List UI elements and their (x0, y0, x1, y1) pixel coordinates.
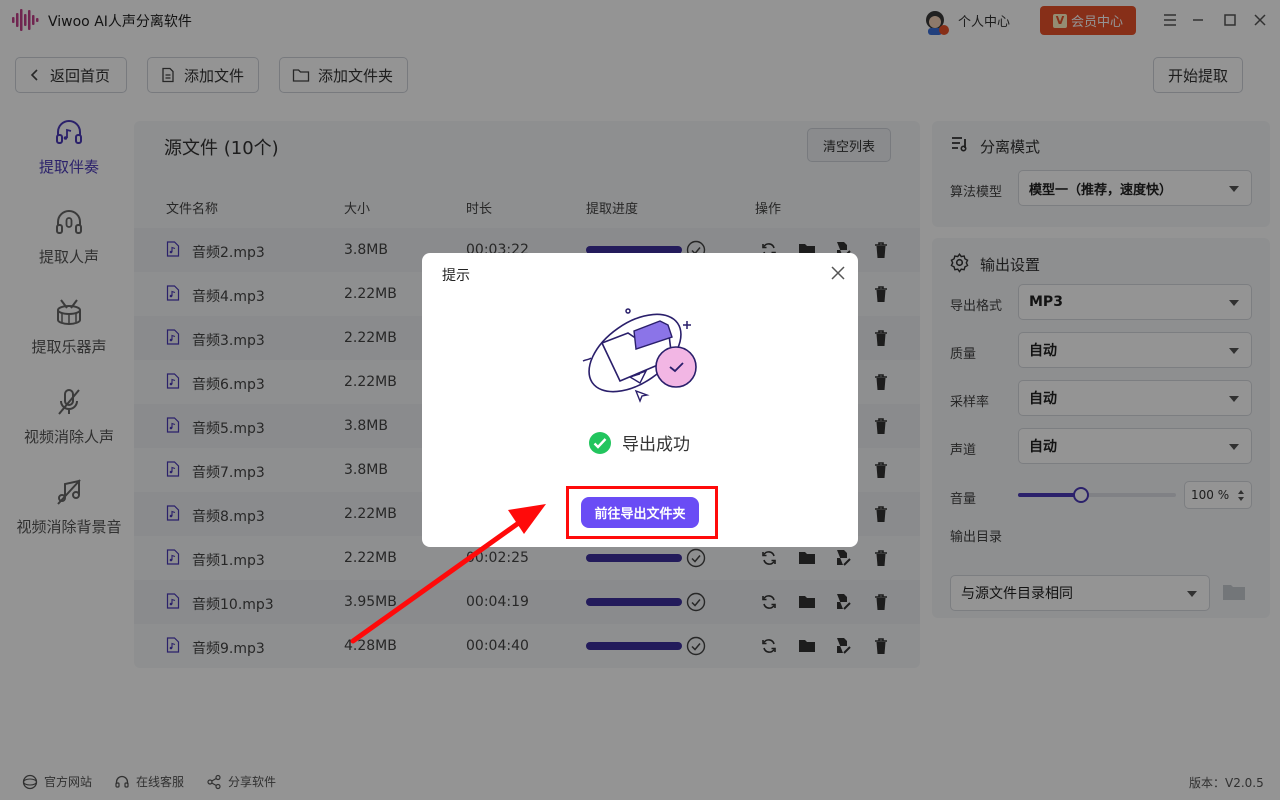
success-check-icon (589, 431, 611, 454)
export-folder-illustration (582, 308, 697, 403)
export-success-message: 导出成功 (588, 430, 690, 455)
close-icon[interactable] (830, 265, 846, 281)
success-text: 导出成功 (622, 435, 690, 455)
open-export-folder-label: 前往导出文件夹 (594, 507, 686, 522)
open-export-folder-button[interactable]: 前往导出文件夹 (581, 497, 699, 528)
dialog-title: 提示 (442, 268, 470, 284)
